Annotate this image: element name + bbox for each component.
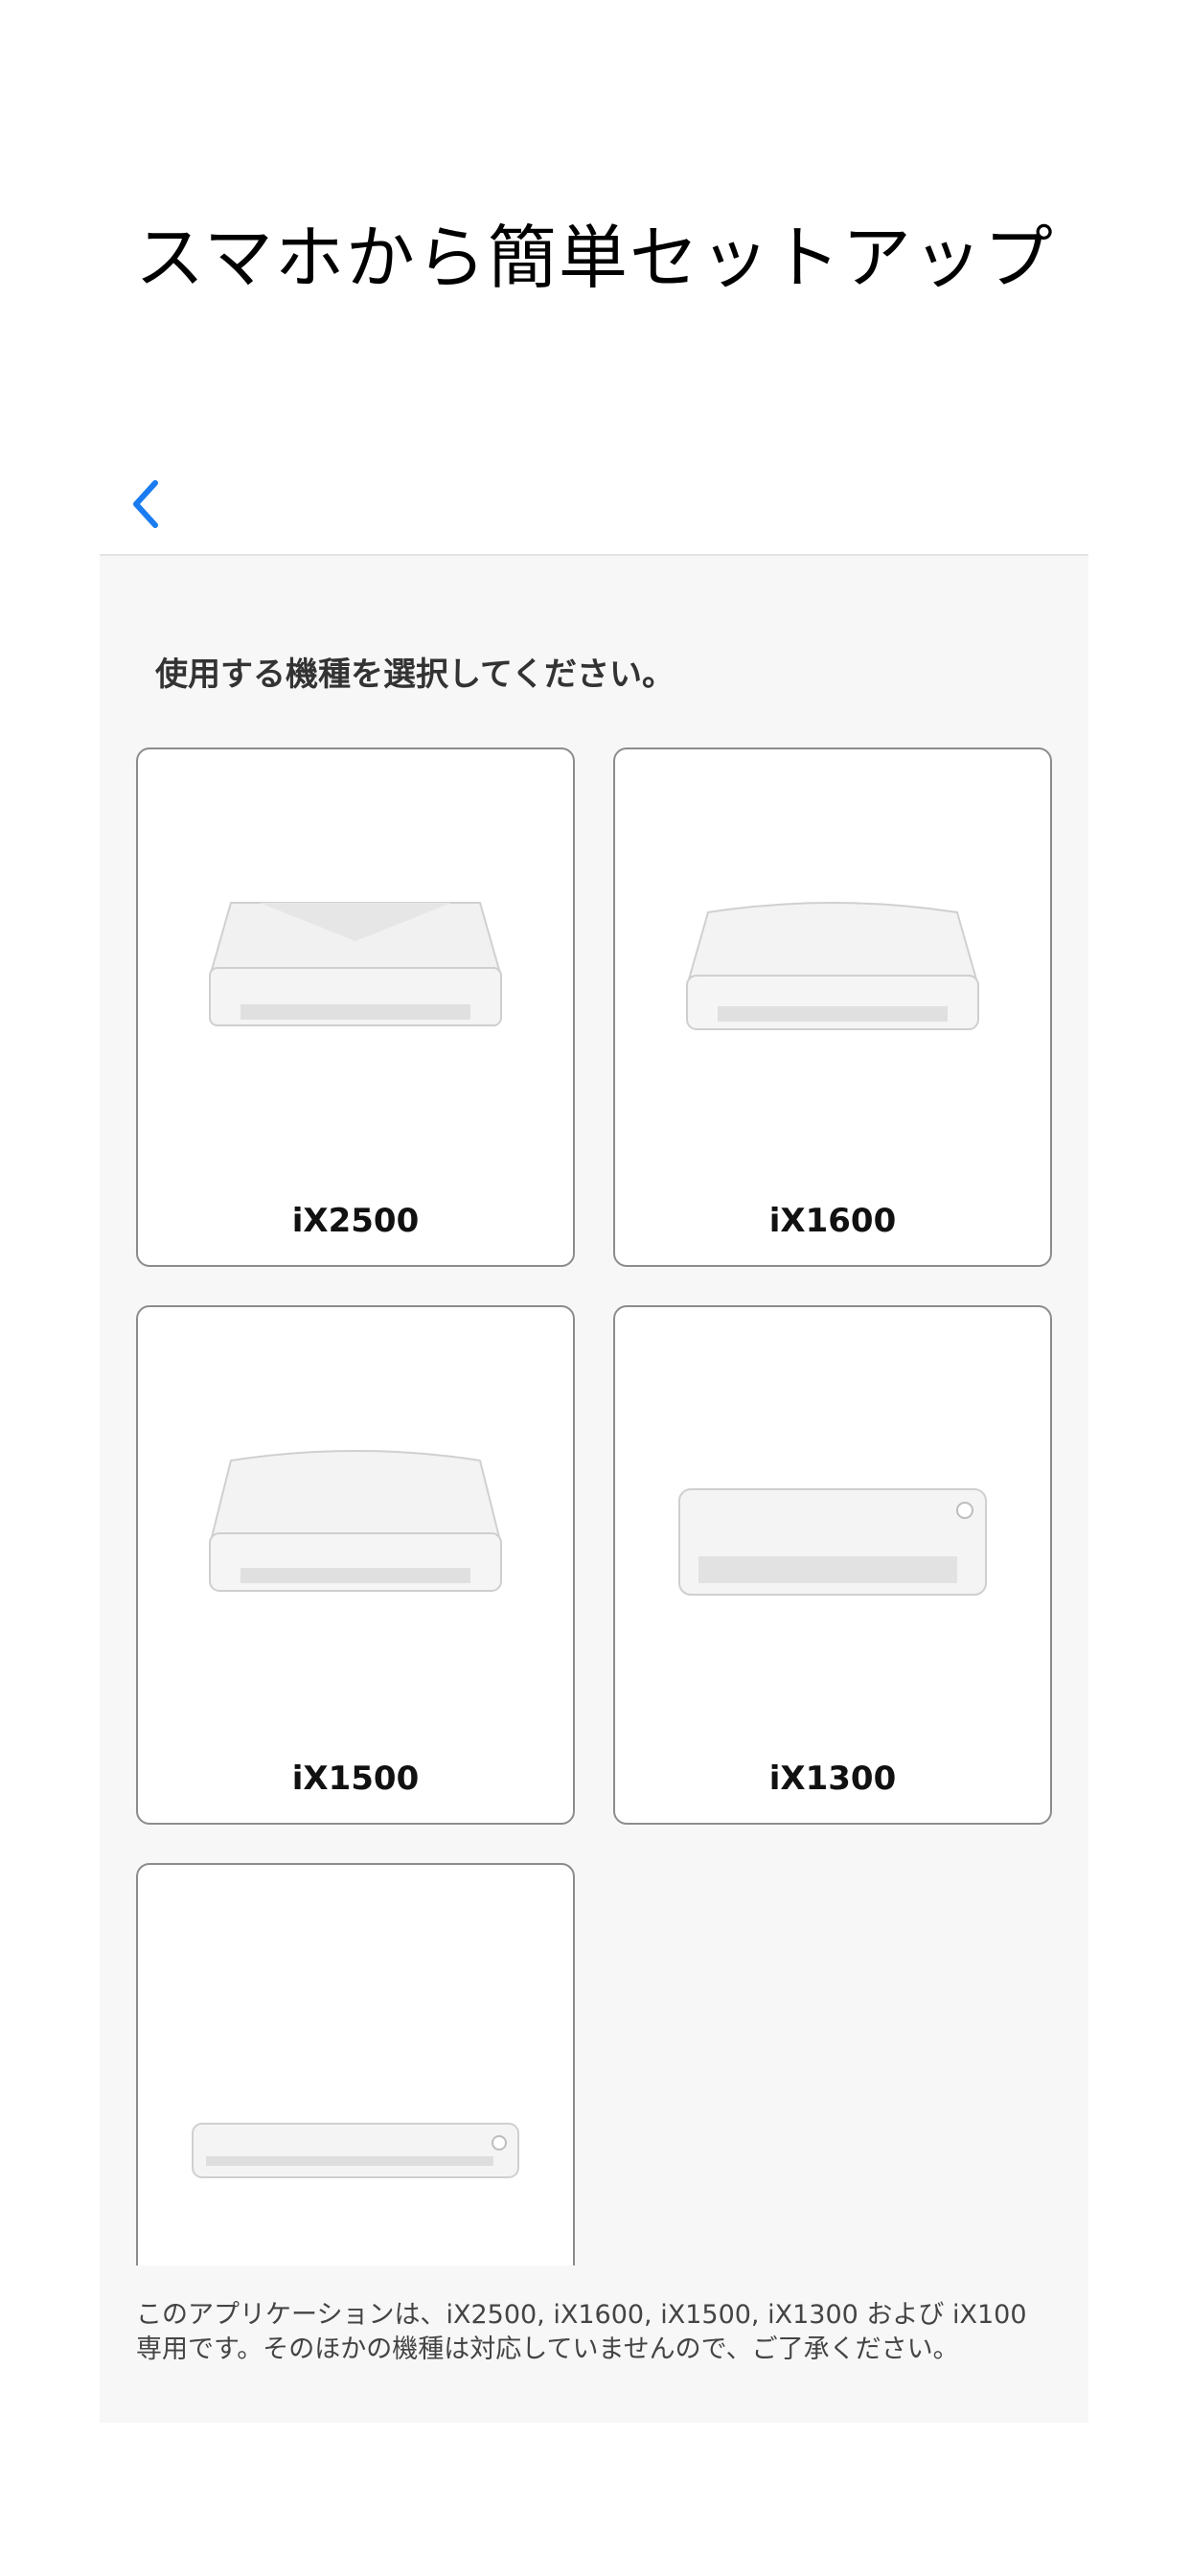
scanner-ix1500-image: [209, 1450, 502, 1592]
scanner-ix1600-image: [686, 902, 979, 1030]
model-select-content: 使用する機種を選択してください。 iX2500 iX1600 iX1500 iX…: [100, 556, 1088, 2266]
model-card-ix2500[interactable]: iX2500: [136, 748, 575, 1267]
navigation-bar: [100, 441, 1088, 556]
model-card-ix100[interactable]: iX100: [136, 1863, 575, 2266]
model-label: iX1600: [768, 1202, 897, 1240]
model-label: iX1300: [768, 1760, 897, 1798]
chevron-left-icon: [133, 480, 158, 528]
promo-headline: スマホから簡単セットアップ: [135, 218, 1055, 298]
scanner-ix1300-image: [678, 1488, 987, 1596]
instruction-text: 使用する機種を選択してください。: [155, 656, 675, 694]
scanner-ix100-image: [192, 2123, 519, 2178]
model-card-ix1300[interactable]: iX1300: [613, 1305, 1052, 1825]
model-card-ix1500[interactable]: iX1500: [136, 1305, 575, 1825]
app-screen: 使用する機種を選択してください。 iX2500 iX1600 iX1500 iX…: [100, 441, 1088, 2423]
back-button[interactable]: [119, 475, 176, 533]
page: スマホから簡単セットアップ 使用する機種を選択してください。 iX2500 iX…: [0, 0, 1190, 2576]
model-label: iX2500: [291, 1202, 420, 1240]
scanner-ix2500-image: [209, 902, 502, 1026]
compatibility-note: このアプリケーションは、iX2500, iX1600, iX1500, iX13…: [136, 2300, 1027, 2364]
model-card-ix1600[interactable]: iX1600: [613, 748, 1052, 1267]
model-label: iX1500: [291, 1760, 420, 1798]
